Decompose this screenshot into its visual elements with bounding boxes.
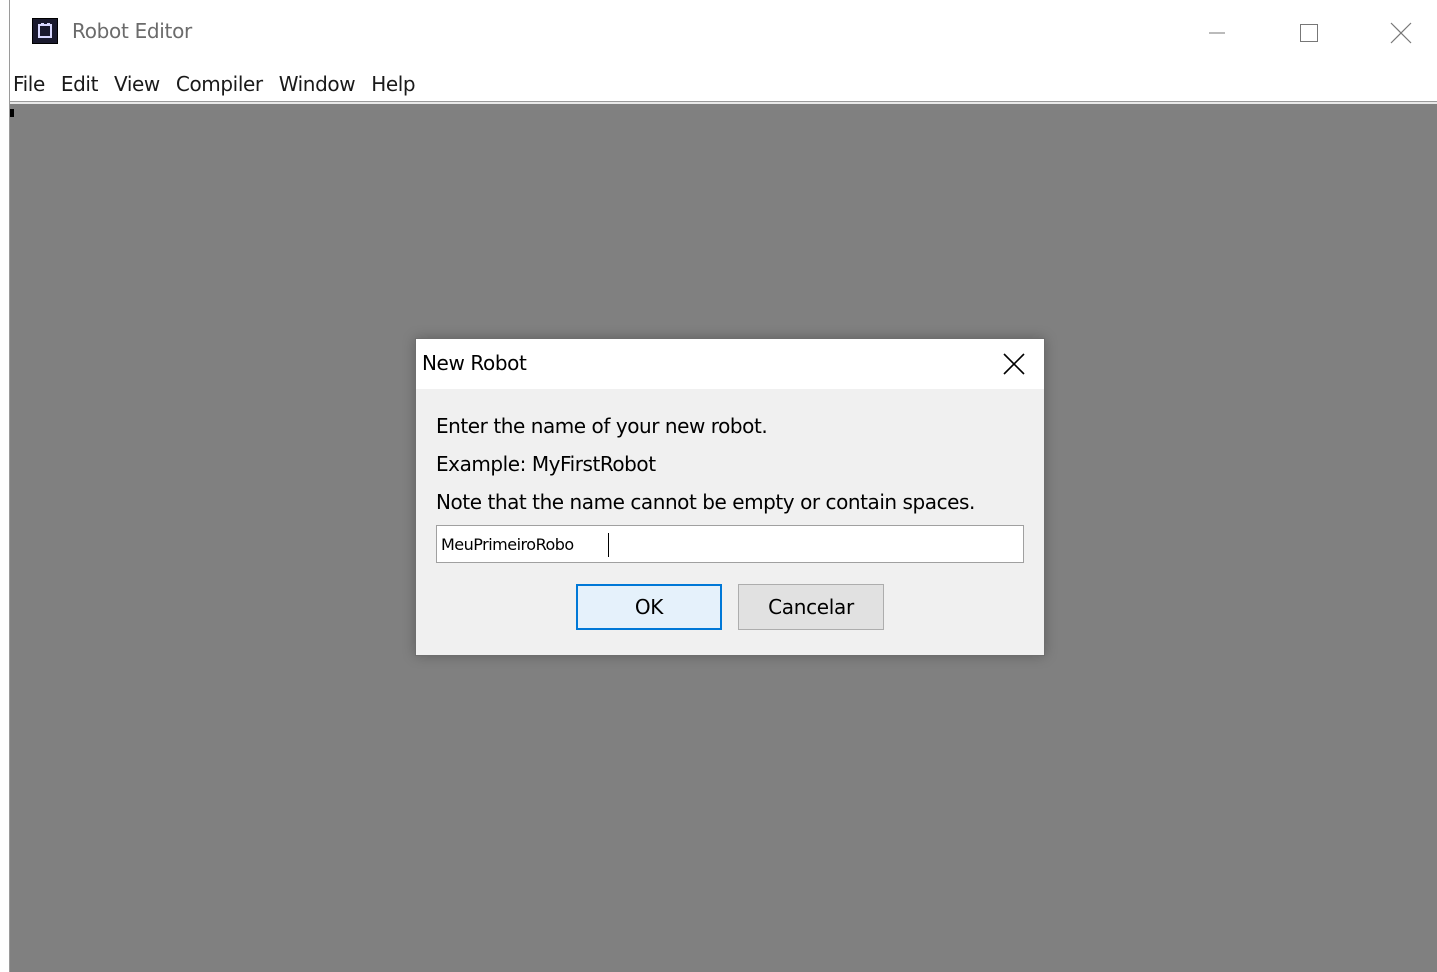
robot-name-input[interactable] (436, 525, 1024, 563)
menu-edit[interactable]: Edit (53, 66, 106, 102)
menu-help[interactable]: Help (363, 66, 423, 102)
title-bar[interactable]: Robot Editor (10, 0, 1437, 66)
window-close-button[interactable] (1355, 0, 1437, 66)
menu-compiler[interactable]: Compiler (168, 66, 271, 102)
dialog-title: New Robot (422, 351, 527, 375)
dialog-message-line: Enter the name of your new robot. (436, 414, 768, 438)
maximize-icon (1300, 24, 1318, 42)
ok-button[interactable]: OK (576, 584, 722, 630)
dialog-note-line: Note that the name cannot be empty or co… (436, 490, 975, 514)
close-icon (1390, 22, 1412, 44)
new-robot-dialog: New Robot Enter the name of your new rob… (415, 338, 1045, 656)
close-icon (1003, 353, 1025, 375)
dialog-close-button[interactable] (996, 347, 1032, 381)
menu-file[interactable]: File (10, 66, 53, 102)
dialog-title-bar[interactable]: New Robot (416, 339, 1044, 389)
robot-editor-window: Robot Editor File Edit View Compiler Win… (0, 0, 1437, 972)
menu-window[interactable]: Window (271, 66, 363, 102)
maximize-button[interactable] (1263, 0, 1355, 66)
window-title: Robot Editor (72, 19, 192, 43)
robot-app-icon (32, 18, 58, 44)
cancel-button[interactable]: Cancelar (738, 584, 884, 630)
minimize-icon (1209, 32, 1225, 34)
dialog-example-line: Example: MyFirstRobot (436, 452, 656, 476)
text-caret (608, 533, 609, 557)
menu-view[interactable]: View (106, 66, 168, 102)
menu-bar: File Edit View Compiler Window Help (10, 66, 1437, 102)
corner-marker (10, 109, 14, 117)
minimize-button[interactable] (1171, 0, 1263, 66)
